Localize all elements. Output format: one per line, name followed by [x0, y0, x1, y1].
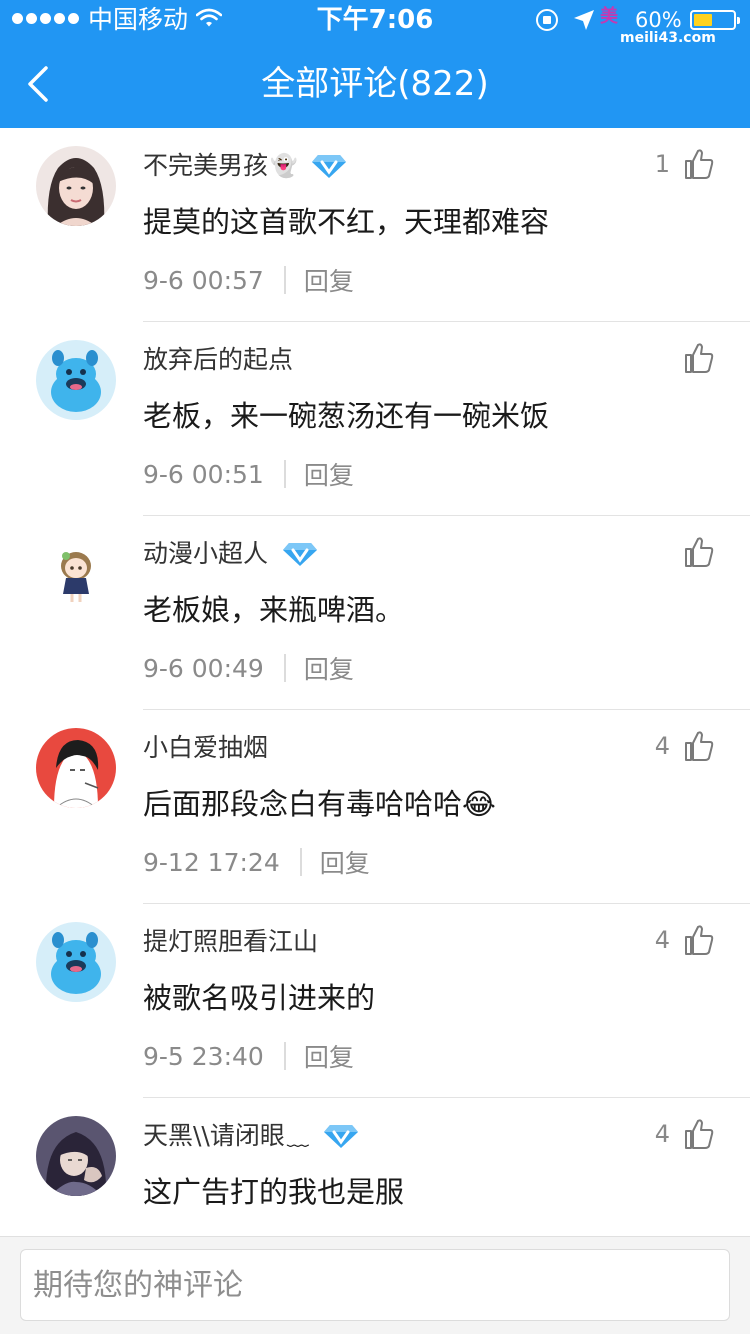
avatar[interactable]: [36, 534, 116, 614]
comment-input[interactable]: [20, 1249, 730, 1321]
page-title: 全部评论(822): [261, 64, 489, 104]
reply-button[interactable]: 回复: [304, 650, 354, 686]
comment-header: 小白爱抽烟: [143, 728, 268, 768]
avatar[interactable]: [36, 728, 116, 808]
vip-diamond-icon: [323, 1125, 358, 1148]
avatar[interactable]: [36, 922, 116, 1002]
meta-divider: [283, 460, 286, 488]
comment-header: 提灯照胆看江山: [143, 922, 318, 962]
comment-header: 放弃后的起点: [143, 340, 293, 380]
vip-diamond-icon: [312, 155, 347, 178]
comment-meta: 9-6 00:51 回复: [143, 454, 354, 494]
like-count: 4: [654, 1120, 670, 1148]
comment-username[interactable]: 提灯照胆看江山: [143, 922, 318, 962]
battery-percent: 60%: [635, 8, 682, 32]
like-control[interactable]: 4: [655, 918, 714, 962]
comment-text: 提莫的这首歌不红，天理都难容: [143, 205, 550, 239]
thumbs-up-icon[interactable]: [684, 730, 714, 762]
comment-meta: 9-6 00:49 回复: [143, 648, 354, 688]
comment-header: 天黑\\请闭眼 ﹏: [143, 1116, 359, 1156]
meta-divider: [283, 1042, 286, 1070]
vip-diamond-icon: [283, 543, 318, 566]
watermark-logo: 美: [600, 6, 618, 27]
thumbs-up-icon[interactable]: [684, 148, 714, 180]
comment-item: 动漫小超人 老板娘，来瓶啤酒。 9-6 00:49 回复: [0, 516, 750, 710]
thumbs-up-icon[interactable]: [684, 342, 714, 374]
reply-button[interactable]: 回复: [304, 1038, 354, 1074]
thumbs-up-icon[interactable]: [684, 536, 714, 568]
like-control[interactable]: [670, 336, 714, 380]
avatar[interactable]: [36, 1116, 116, 1196]
comment-text: 这广告打的我也是服: [143, 1175, 405, 1209]
comment-time: 9-6 00:57: [143, 265, 264, 295]
thumbs-up-icon[interactable]: [684, 1118, 714, 1150]
comment-text: 老板，来一碗葱汤还有一碗米饭: [143, 399, 550, 433]
thumbs-up-icon[interactable]: [684, 924, 714, 956]
comment-item: 不完美男孩 👻 1 提莫的这首歌不红，天理都难容 9-6 00:57 回复: [0, 128, 750, 322]
location-arrow-icon: [574, 10, 594, 30]
meta-divider: [299, 848, 302, 876]
meta-divider: [283, 266, 286, 294]
comment-text: 后面那段念白有毒哈哈哈😂: [143, 787, 496, 821]
comment-time: 9-6 00:49: [143, 653, 264, 683]
like-control[interactable]: 1: [655, 142, 714, 186]
comment-time: 9-6 00:51: [143, 459, 264, 489]
comment-username[interactable]: 不完美男孩: [143, 146, 268, 186]
avatar[interactable]: [36, 146, 116, 226]
username-emoji: 👻: [270, 153, 298, 179]
comment-username[interactable]: 动漫小超人: [143, 534, 268, 574]
like-control[interactable]: 4: [655, 1112, 714, 1156]
status-bar: 中国移动 下午7:06 美 meili43.com 60%: [0, 0, 750, 46]
comment-header: 不完美男孩 👻: [143, 146, 347, 186]
meta-divider: [283, 654, 286, 682]
comment-meta: 9-12 17:24 回复: [143, 842, 370, 882]
comment-username[interactable]: 放弃后的起点: [143, 340, 293, 380]
like-control[interactable]: [670, 530, 714, 574]
comment-item: 放弃后的起点 老板，来一碗葱汤还有一碗米饭 9-6 00:51 回复: [0, 322, 750, 516]
comment-time: 9-5 23:40: [143, 1041, 264, 1071]
comment-item: 小白爱抽烟 4 后面那段念白有毒哈哈哈😂 9-12 17:24 回复: [0, 710, 750, 904]
comment-item: 天黑\\请闭眼 ﹏ 4 这广告打的我也是服: [0, 1098, 750, 1236]
comment-header: 动漫小超人: [143, 534, 318, 574]
like-count: 4: [654, 732, 670, 760]
comment-time: 9-12 17:24: [143, 847, 280, 877]
comment-list[interactable]: 不完美男孩 👻 1 提莫的这首歌不红，天理都难容 9-6 00:57 回复 放弃…: [0, 128, 750, 1236]
reply-button[interactable]: 回复: [304, 456, 354, 492]
comment-input-bar: [0, 1236, 750, 1334]
like-control[interactable]: 4: [655, 724, 714, 768]
orientation-lock-icon: [536, 9, 558, 31]
like-count: 1: [654, 150, 670, 178]
comment-text: 老板娘，来瓶啤酒。: [143, 593, 405, 627]
reply-button[interactable]: 回复: [320, 844, 370, 880]
comment-item: 提灯照胆看江山 4 被歌名吸引进来的 9-5 23:40 回复: [0, 904, 750, 1098]
like-count: 4: [654, 926, 670, 954]
app-header: 中国移动 下午7:06 美 meili43.com 60% 全部评论(822): [0, 0, 750, 128]
avatar[interactable]: [36, 340, 116, 420]
comment-username[interactable]: 天黑\\请闭眼: [143, 1116, 285, 1156]
comment-meta: 9-5 23:40 回复: [143, 1036, 354, 1076]
username-decoration: ﹏: [286, 1126, 309, 1151]
reply-button[interactable]: 回复: [304, 262, 354, 298]
comment-username[interactable]: 小白爱抽烟: [143, 728, 268, 768]
comment-text: 被歌名吸引进来的: [143, 981, 376, 1015]
battery-icon: [690, 10, 740, 30]
comment-meta: 9-6 00:57 回复: [143, 260, 354, 300]
